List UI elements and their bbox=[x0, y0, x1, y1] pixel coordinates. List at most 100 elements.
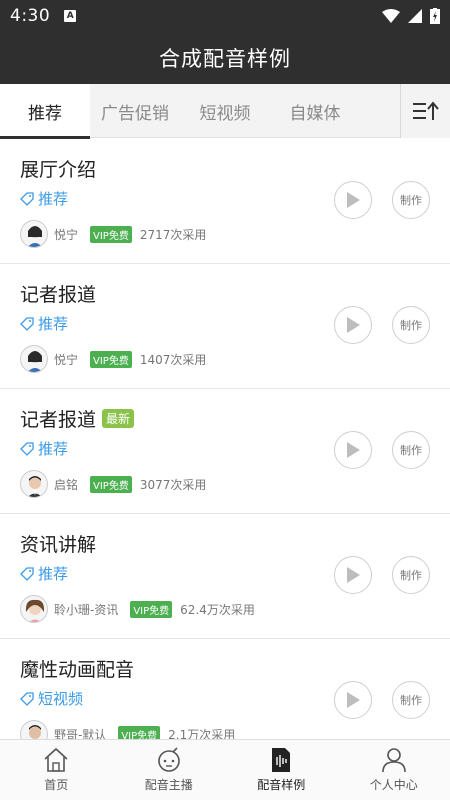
avatar bbox=[20, 470, 48, 498]
item-tag: 推荐 bbox=[20, 313, 68, 334]
item-author: 启铭 bbox=[54, 477, 79, 492]
play-icon bbox=[347, 567, 360, 583]
tab-menu-button[interactable] bbox=[400, 84, 450, 138]
item-tag: 推荐 bbox=[20, 188, 68, 209]
tag-icon bbox=[20, 441, 34, 456]
vip-badge: VIP免费 bbox=[118, 725, 161, 739]
robot-icon bbox=[157, 747, 180, 772]
play-button[interactable] bbox=[334, 306, 372, 344]
item-uses: 1407次采用 bbox=[139, 352, 207, 367]
home-icon bbox=[44, 747, 68, 772]
item-meta: 悦宁 VIP免费 2717次采用 bbox=[20, 220, 206, 248]
item-uses: 3077次采用 bbox=[139, 477, 207, 492]
item-tag-label: 推荐 bbox=[38, 315, 69, 333]
item-uses: 62.4万次采用 bbox=[180, 602, 255, 617]
avatar bbox=[20, 720, 48, 739]
vip-badge: VIP免费 bbox=[90, 475, 132, 493]
vip-badge: VIP免费 bbox=[90, 350, 132, 368]
tag-icon bbox=[20, 566, 34, 581]
item-tag-label: 推荐 bbox=[38, 565, 69, 583]
item-title-row: 魔性动画配音 bbox=[20, 655, 134, 682]
item-uses: 2717次采用 bbox=[139, 227, 207, 242]
play-icon bbox=[347, 442, 360, 458]
play-button[interactable] bbox=[334, 556, 372, 594]
item-tag-label: 推荐 bbox=[38, 190, 69, 208]
list-sort-icon bbox=[412, 101, 439, 120]
tag-icon bbox=[20, 191, 34, 206]
page-title: 合成配音样例 bbox=[159, 47, 291, 71]
category-tabs: 推荐 广告促销 短视频 自媒体 bbox=[0, 84, 450, 139]
item-title-row: 资讯讲解 bbox=[20, 530, 96, 557]
avatar bbox=[20, 220, 48, 248]
item-title-row: 记者报道 最新 bbox=[20, 405, 135, 432]
notification-a-icon: A bbox=[64, 10, 77, 22]
tab-label: 自媒体 bbox=[289, 103, 341, 124]
list-item[interactable]: 展厅介绍 推荐 悦宁 VIP免费 2717次采用 制作 bbox=[0, 139, 450, 264]
tab-label: 短视频 bbox=[199, 103, 251, 124]
item-author: 聆小珊-资讯 bbox=[54, 602, 119, 617]
list-item[interactable]: 记者报道 最新 推荐 启铭 VIP免费 3077次采用 制作 bbox=[0, 389, 450, 514]
list-item[interactable]: 魔性动画配音 短视频 野哥-默认 VIP免费 2.1万次采用 制作 bbox=[0, 639, 450, 739]
play-button[interactable] bbox=[334, 181, 372, 219]
status-icons bbox=[382, 8, 440, 24]
item-title: 记者报道 bbox=[20, 409, 97, 431]
item-meta: 野哥-默认 VIP免费 2.1万次采用 bbox=[20, 720, 235, 739]
avatar bbox=[20, 595, 48, 623]
nav-voice-samples[interactable]: 配音样例 bbox=[225, 740, 338, 800]
person-icon bbox=[381, 748, 406, 773]
item-title: 展厅介绍 bbox=[20, 159, 97, 181]
vip-badge: VIP免费 bbox=[130, 600, 173, 618]
tab-ad-promotion[interactable]: 广告促销 bbox=[90, 84, 180, 138]
nav-label: 个人中心 bbox=[369, 778, 418, 792]
play-icon bbox=[347, 317, 360, 333]
make-button[interactable]: 制作 bbox=[392, 556, 430, 594]
item-title: 资讯讲解 bbox=[20, 534, 97, 556]
item-title-row: 展厅介绍 bbox=[20, 155, 96, 182]
nav-voice-anchors[interactable]: 配音主播 bbox=[113, 740, 226, 800]
list-item[interactable]: 资讯讲解 推荐 聆小珊-资讯 VIP免费 62.4万次采用 制作 bbox=[0, 514, 450, 639]
avatar bbox=[20, 345, 48, 373]
nav-label: 配音样例 bbox=[257, 778, 306, 792]
item-meta: 悦宁 VIP免费 1407次采用 bbox=[20, 345, 206, 373]
item-tag-label: 推荐 bbox=[38, 440, 69, 458]
item-tag: 推荐 bbox=[20, 438, 68, 459]
play-button[interactable] bbox=[334, 431, 372, 469]
play-icon bbox=[347, 692, 360, 708]
make-button[interactable]: 制作 bbox=[392, 681, 430, 719]
sample-list: 展厅介绍 推荐 悦宁 VIP免费 2717次采用 制作 记者报道 推荐 悦宁 V… bbox=[0, 139, 450, 739]
vip-badge: VIP免费 bbox=[90, 225, 132, 243]
play-button[interactable] bbox=[334, 681, 372, 719]
make-button[interactable]: 制作 bbox=[392, 181, 430, 219]
item-author: 悦宁 bbox=[54, 352, 79, 367]
make-button[interactable]: 制作 bbox=[392, 431, 430, 469]
item-author: 野哥-默认 bbox=[54, 727, 107, 740]
status-time: 4:30 bbox=[10, 6, 51, 26]
item-uses: 2.1万次采用 bbox=[168, 727, 236, 740]
item-meta: 启铭 VIP免费 3077次采用 bbox=[20, 470, 206, 498]
item-tag: 短视频 bbox=[20, 688, 83, 709]
list-item[interactable]: 记者报道 推荐 悦宁 VIP免费 1407次采用 制作 bbox=[0, 264, 450, 389]
new-badge: 最新 bbox=[102, 409, 135, 428]
tab-self-media[interactable]: 自媒体 bbox=[270, 84, 360, 138]
item-tag: 推荐 bbox=[20, 563, 68, 584]
item-tag-label: 短视频 bbox=[38, 690, 84, 708]
tab-short-video[interactable]: 短视频 bbox=[180, 84, 270, 138]
signal-icon bbox=[408, 9, 422, 23]
nav-label: 首页 bbox=[44, 778, 69, 792]
tag-icon bbox=[20, 316, 34, 331]
nav-profile[interactable]: 个人中心 bbox=[338, 740, 450, 800]
nav-home[interactable]: 首页 bbox=[0, 740, 113, 800]
item-title-row: 记者报道 bbox=[20, 280, 96, 307]
bottom-nav: 首页 配音主播 配音样例 个人中心 bbox=[0, 739, 450, 800]
tab-label: 推荐 bbox=[28, 103, 62, 124]
app-title-bar: 合成配音样例 bbox=[0, 32, 450, 84]
nav-label: 配音主播 bbox=[144, 778, 193, 792]
tab-recommend[interactable]: 推荐 bbox=[0, 84, 90, 139]
item-author: 悦宁 bbox=[54, 227, 79, 242]
make-button[interactable]: 制作 bbox=[392, 306, 430, 344]
wifi-icon bbox=[382, 9, 400, 23]
status-bar: 4:30 A bbox=[0, 0, 450, 32]
play-icon bbox=[347, 192, 360, 208]
audio-file-icon bbox=[272, 748, 291, 772]
item-title: 魔性动画配音 bbox=[20, 659, 135, 681]
